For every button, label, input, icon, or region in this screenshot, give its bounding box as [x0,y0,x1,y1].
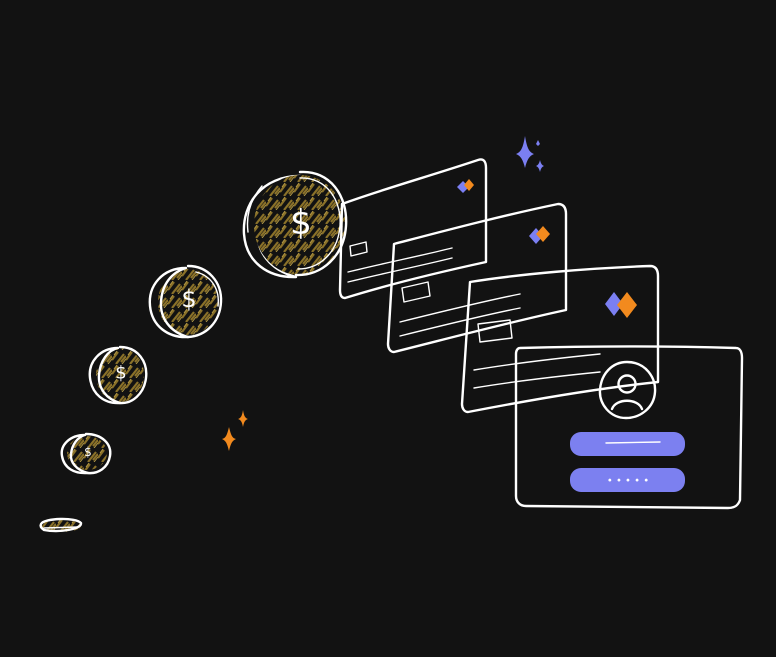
login-panel: • • • • • [514,345,744,510]
dollar-coin-icon: $ [290,203,312,243]
password-mask: • • • • • [607,476,649,487]
brand-diamonds-icon [529,226,550,244]
brand-diamonds-icon [457,179,474,193]
dollar-coin-icon: $ [115,363,126,384]
user-icon [598,360,657,420]
coin-small: $ [88,345,148,405]
dollar-coin-icon: $ [181,285,196,313]
sparkle-icon [222,410,248,451]
coin-flat [39,517,83,533]
password-field[interactable]: • • • • • [570,468,685,492]
coin-tiny: $ [60,432,112,475]
brand-diamonds-icon [605,292,637,318]
coin-large: $ [242,170,348,279]
username-field[interactable] [570,432,685,456]
illustration-stage: $ $ $ $ • • • • • [0,0,776,657]
sparkle-icon [516,136,544,172]
credit-card-back [338,158,488,300]
dollar-coin-icon: $ [84,445,92,459]
credit-card [460,264,660,414]
coin-medium: $ [148,264,223,339]
payment-login-illustration: $ $ $ $ • • • • • [39,136,744,533]
